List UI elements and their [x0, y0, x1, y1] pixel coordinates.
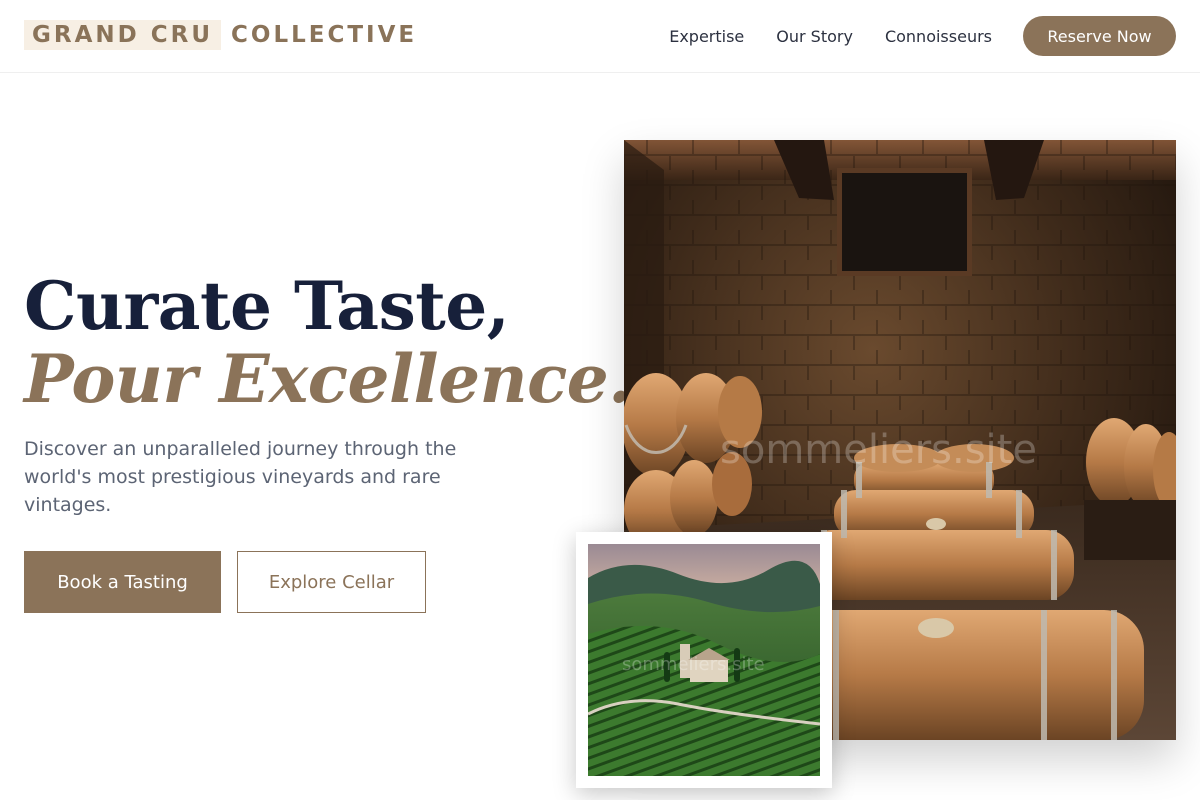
watermark-text: sommeliers.site	[720, 427, 1037, 473]
main-nav: Expertise Our Story Connoisseurs Reserve…	[669, 16, 1176, 56]
hero-title: Curate Taste, Pour Excellence.	[24, 268, 631, 414]
reserve-now-button[interactable]: Reserve Now	[1023, 16, 1176, 56]
explore-cellar-button[interactable]: Explore Cellar	[237, 551, 426, 613]
nav-link-our-story[interactable]: Our Story	[776, 27, 853, 46]
vineyard-image: sommeliers.site	[588, 544, 820, 776]
hero-title-line2: Pour Excellence.	[24, 340, 631, 418]
vineyard-watermark-text: sommeliers.site	[622, 654, 765, 675]
site-header: GRAND CRU COLLECTIVE Expertise Our Story…	[0, 0, 1200, 73]
hero-title-line1: Curate Taste,	[24, 267, 510, 345]
nav-link-connoisseurs[interactable]: Connoisseurs	[885, 27, 992, 46]
brand-logo[interactable]: GRAND CRU COLLECTIVE	[24, 20, 417, 50]
vineyard-image-card: sommeliers.site	[576, 532, 832, 788]
brand-highlight: GRAND CRU	[24, 20, 222, 50]
brand-name: COLLECTIVE	[231, 22, 418, 48]
nav-link-expertise[interactable]: Expertise	[669, 27, 744, 46]
book-tasting-button[interactable]: Book a Tasting	[24, 551, 221, 613]
hero-description: Discover an unparalleled journey through…	[24, 438, 457, 516]
